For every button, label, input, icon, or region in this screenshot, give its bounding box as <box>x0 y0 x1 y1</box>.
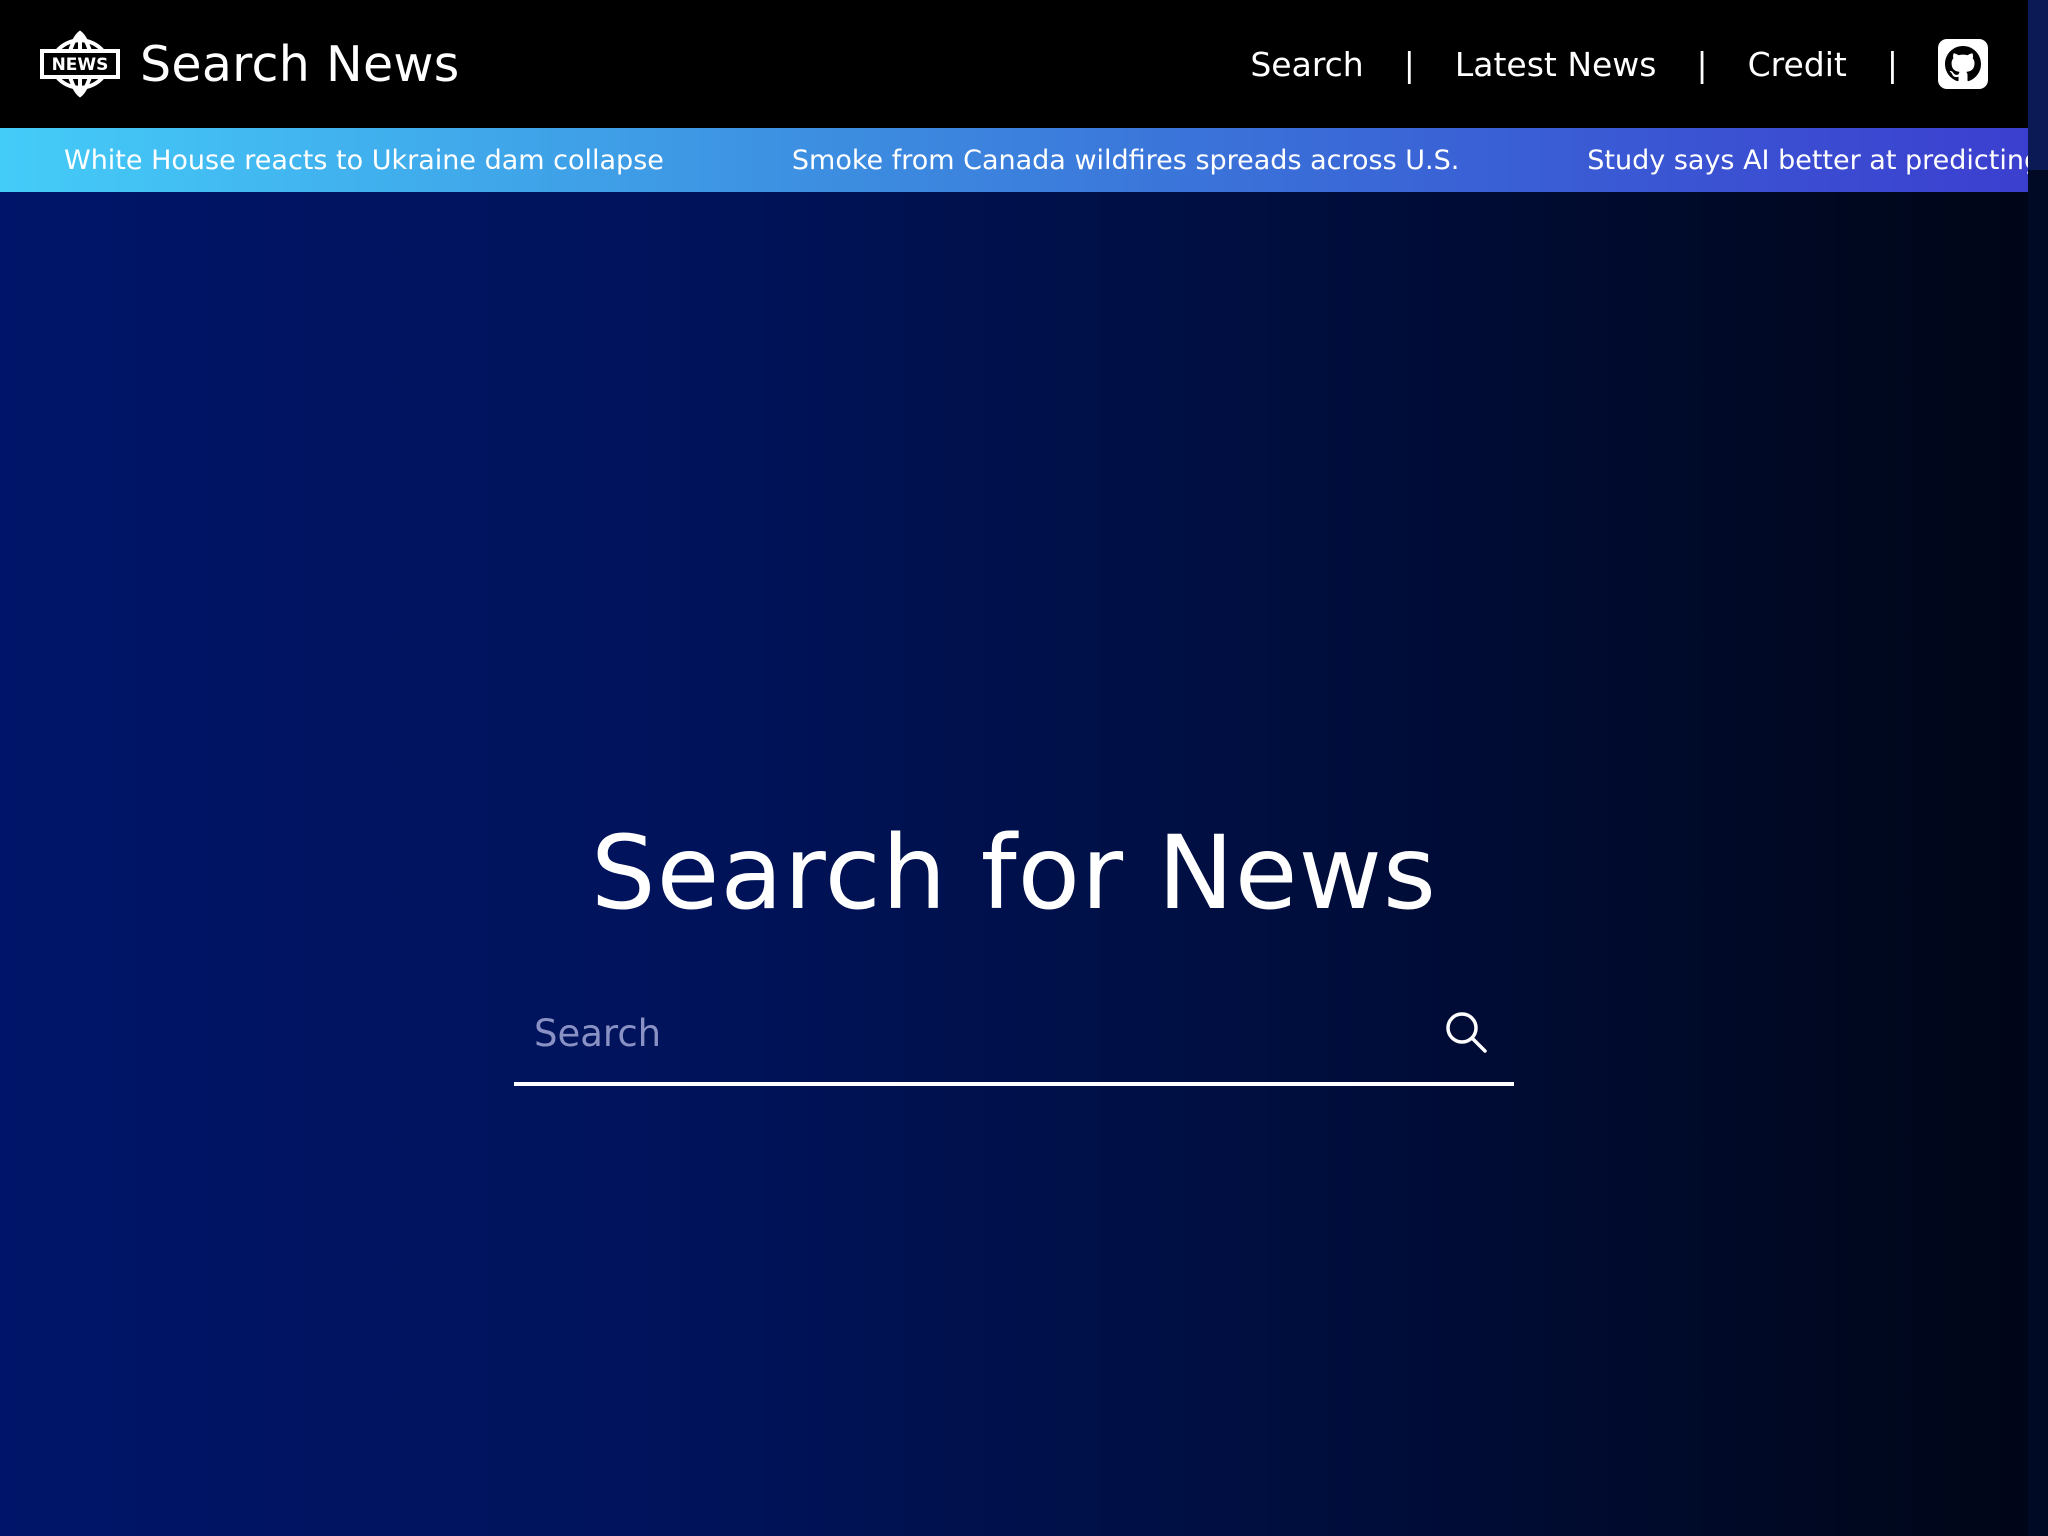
svg-text:NEWS: NEWS <box>52 55 109 75</box>
main-nav: Search | Latest News | Credit | <box>1250 36 1988 92</box>
ticker-headline[interactable]: Smoke from Canada wildfires spreads acro… <box>792 147 1459 174</box>
scrollbar-track[interactable] <box>2028 0 2048 1536</box>
news-ticker: White House reacts to Ukraine dam collap… <box>0 128 2028 192</box>
brand-title: Search News <box>140 35 460 93</box>
github-link-button[interactable] <box>1938 39 1988 89</box>
search-icon <box>1446 1012 1487 1053</box>
nav-separator: | <box>1403 44 1415 84</box>
scrollbar-thumb[interactable] <box>2028 0 2048 170</box>
search-submit-button[interactable] <box>1442 1008 1490 1056</box>
site-header: NEWS Search News Search | Latest News | … <box>0 0 2028 128</box>
nav-link-search[interactable]: Search <box>1250 48 1363 81</box>
search-input[interactable] <box>534 1000 1434 1066</box>
ticker-track: White House reacts to Ukraine dam collap… <box>0 147 2028 174</box>
page-background <box>0 0 2028 1536</box>
ticker-headline[interactable]: Study says AI better at predicting cance… <box>1587 147 2028 174</box>
nav-link-latest-news[interactable]: Latest News <box>1455 48 1657 81</box>
nav-separator: | <box>1696 44 1708 84</box>
nav-link-credit[interactable]: Credit <box>1748 48 1847 81</box>
search-box <box>514 992 1514 1086</box>
nav-separator: | <box>1886 44 1898 84</box>
brand-home-link[interactable]: NEWS Search News <box>40 28 460 100</box>
ticker-headline[interactable]: White House reacts to Ukraine dam collap… <box>64 147 664 174</box>
news-globe-logo-icon: NEWS <box>40 30 120 98</box>
github-icon <box>1945 46 1981 82</box>
hero-title: Search for News <box>590 814 1438 933</box>
